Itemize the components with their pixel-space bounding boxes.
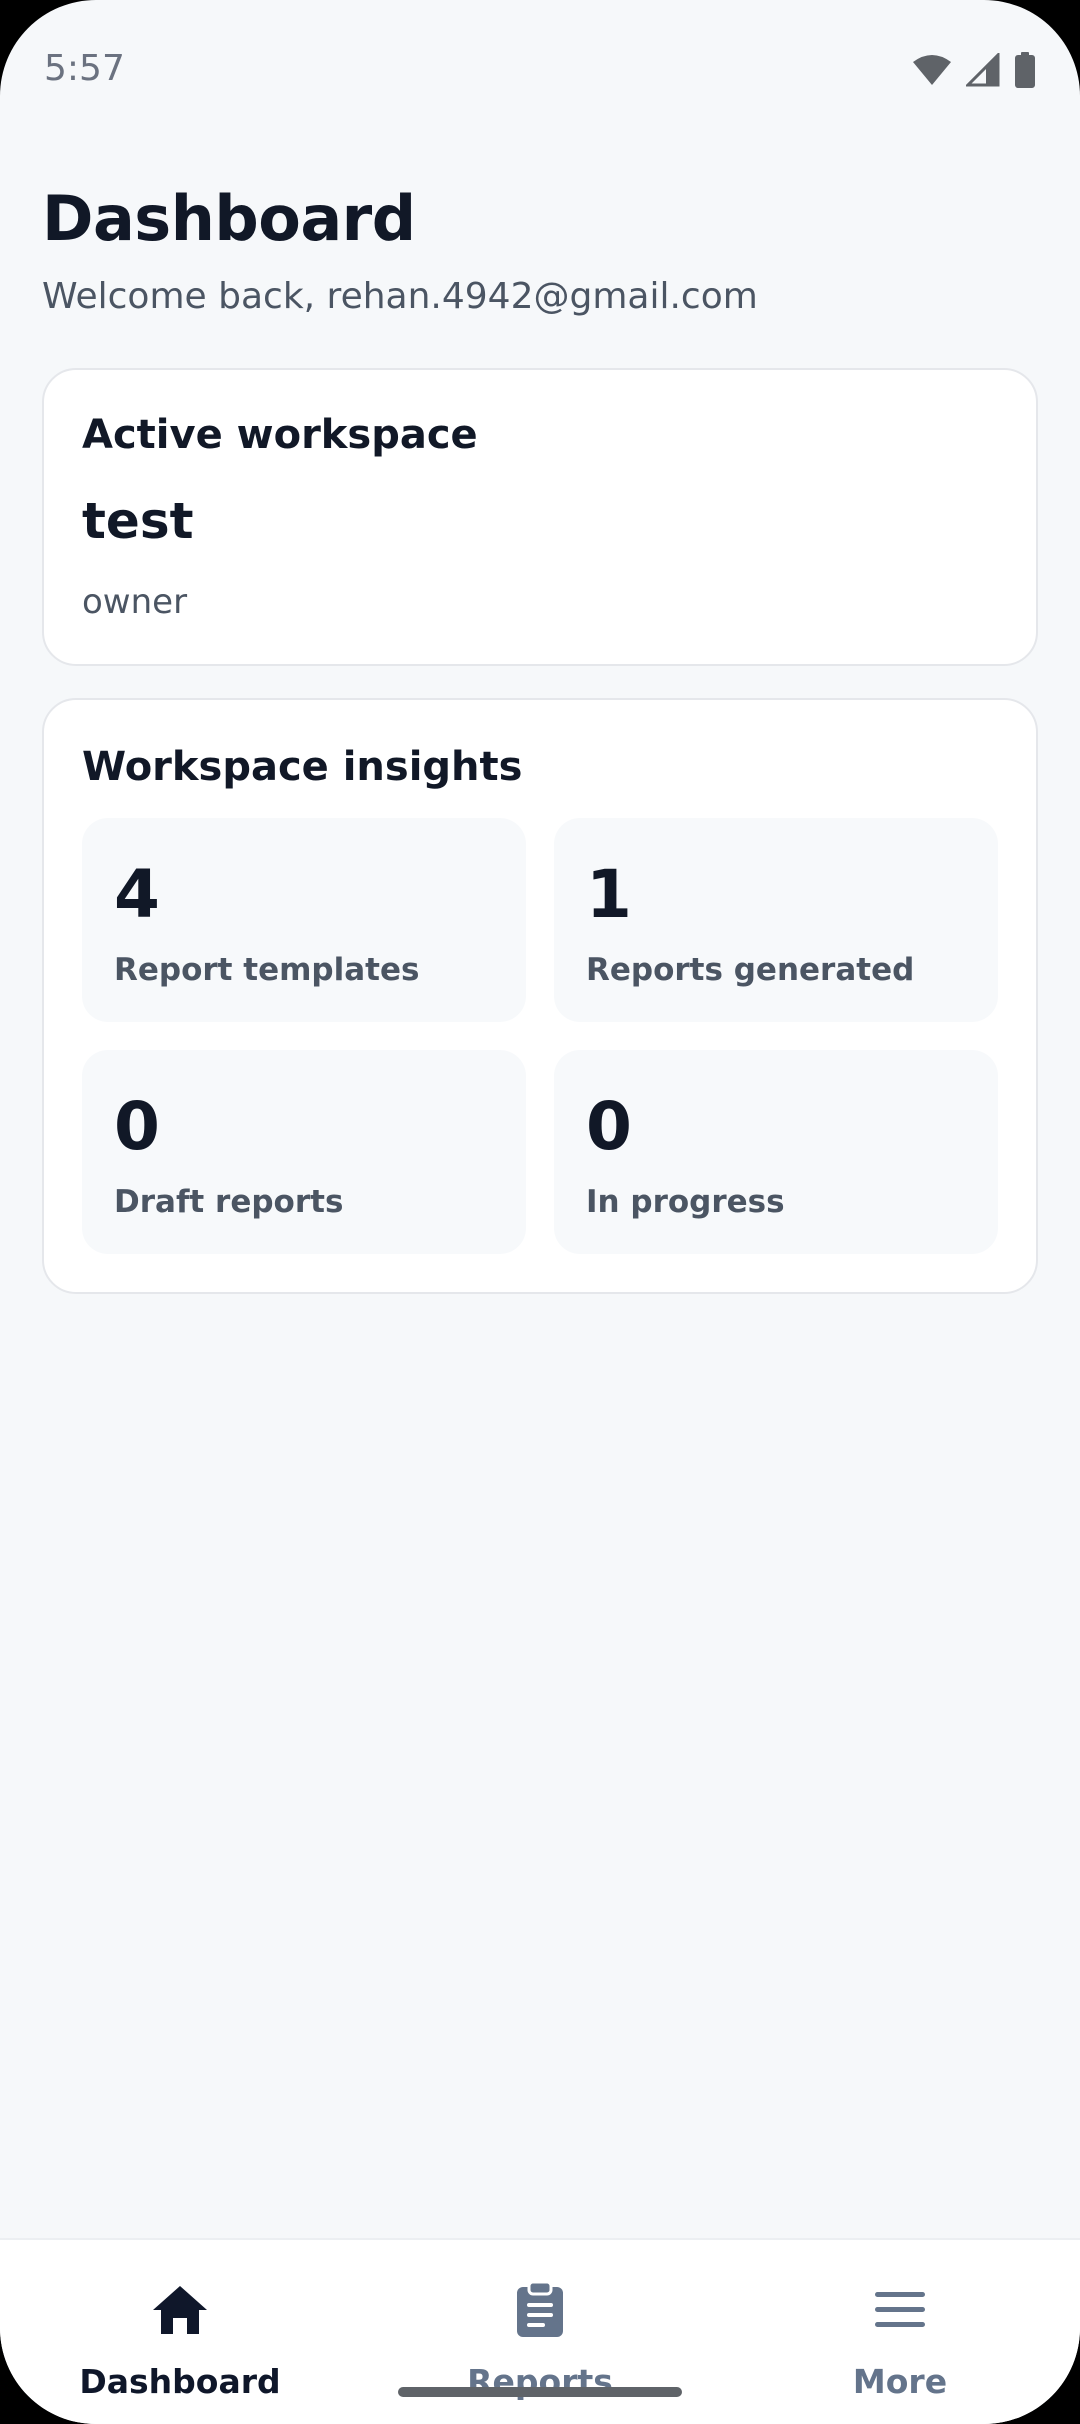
stat-label: Report templates xyxy=(114,952,420,988)
cellular-signal-icon xyxy=(966,53,1000,87)
home-icon xyxy=(151,2280,209,2340)
stat-reports-generated[interactable]: 1 Reports generated xyxy=(554,818,998,1022)
status-time: 5:57 xyxy=(44,48,125,89)
status-bar: 5:57 xyxy=(0,0,1080,140)
stat-value: 0 xyxy=(114,1088,160,1165)
battery-icon xyxy=(1014,52,1036,88)
wifi-icon xyxy=(912,54,952,86)
status-icons xyxy=(912,52,1036,88)
stat-value: 1 xyxy=(586,856,632,933)
stat-report-templates[interactable]: 4 Report templates xyxy=(82,818,526,1022)
stat-label: In progress xyxy=(586,1184,785,1220)
nav-label-more: More xyxy=(852,2362,948,2401)
stat-value: 0 xyxy=(586,1088,632,1165)
stat-in-progress[interactable]: 0 In progress xyxy=(554,1050,998,1254)
insights-grid: 4 Report templates 1 Reports generated 0… xyxy=(82,818,1002,1254)
nav-label-dashboard: Dashboard xyxy=(79,2362,281,2401)
stat-label: Reports generated xyxy=(586,952,915,988)
workspace-insights-heading: Workspace insights xyxy=(82,744,523,790)
stat-value: 4 xyxy=(114,856,160,933)
dashboard-screen: 5:57 Dashboard Welcome back, rehan.4942@… xyxy=(0,0,1080,2424)
nav-item-more[interactable]: More xyxy=(720,2240,1080,2424)
menu-icon xyxy=(873,2280,927,2340)
stat-label: Draft reports xyxy=(114,1184,344,1220)
home-indicator[interactable] xyxy=(398,2387,682,2397)
nav-item-dashboard[interactable]: Dashboard xyxy=(0,2240,360,2424)
active-workspace-card[interactable]: Active workspace test owner xyxy=(42,368,1038,666)
clipboard-icon xyxy=(515,2280,565,2340)
workspace-name: test xyxy=(82,492,194,550)
workspace-role: owner xyxy=(82,582,188,622)
active-workspace-heading: Active workspace xyxy=(82,412,478,458)
workspace-insights-card: Workspace insights 4 Report templates 1 … xyxy=(42,698,1038,1294)
page-title: Dashboard xyxy=(42,182,416,255)
welcome-message: Welcome back, rehan.4942@gmail.com xyxy=(42,276,758,317)
stat-draft-reports[interactable]: 0 Draft reports xyxy=(82,1050,526,1254)
